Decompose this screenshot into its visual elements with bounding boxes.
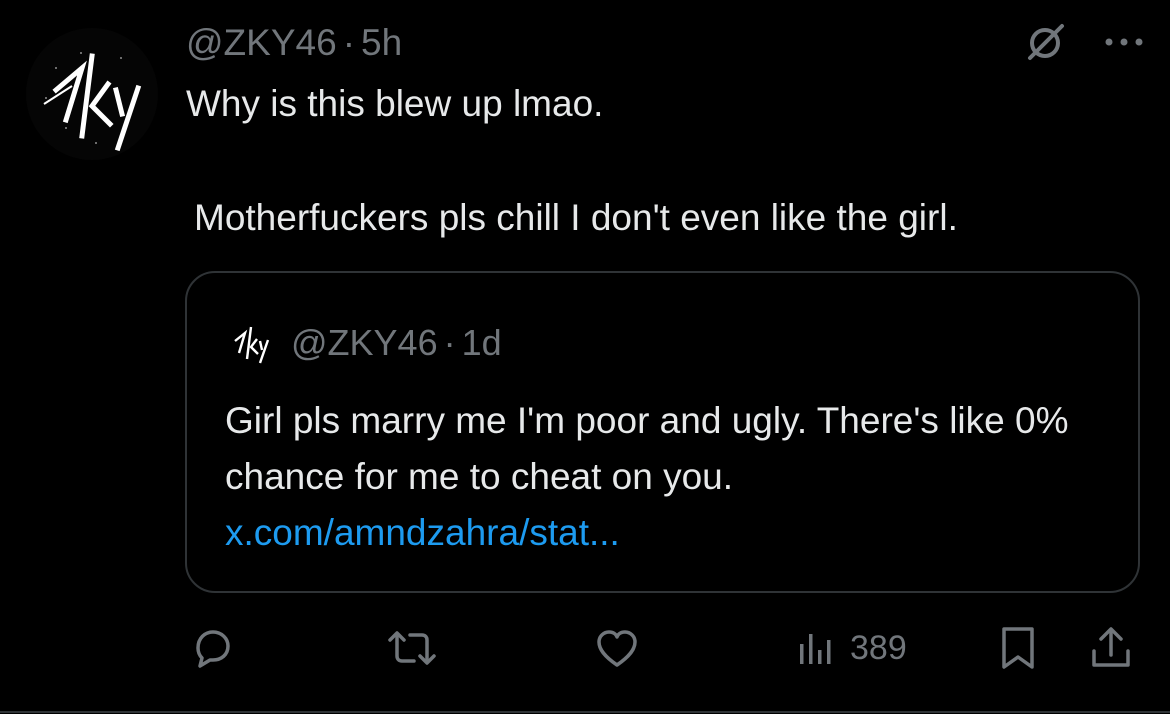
tweet-header: @ZKY46 · 5h bbox=[186, 20, 402, 66]
quote-header: @ZKY46 · 1d bbox=[227, 319, 502, 367]
share-icon bbox=[1088, 625, 1134, 671]
zky-logo bbox=[26, 28, 158, 160]
separator-dot: · bbox=[443, 322, 456, 363]
views-icon bbox=[796, 626, 836, 670]
tweet[interactable]: @ZKY46 · 5h Why is this blew up lmao. Mo… bbox=[0, 0, 1170, 714]
share-button[interactable] bbox=[1088, 620, 1134, 676]
divider bbox=[0, 711, 1170, 713]
heart-icon bbox=[594, 627, 640, 669]
reply-icon bbox=[190, 626, 236, 670]
grok-icon[interactable] bbox=[1024, 22, 1068, 62]
tweet-timestamp[interactable]: 5h bbox=[361, 22, 402, 64]
tweet-top-actions bbox=[1024, 22, 1144, 62]
quote-tweet[interactable]: @ZKY46 · 1d Girl pls marry me I'm poor a… bbox=[185, 271, 1140, 593]
quote-link[interactable]: x.com/amndzahra/stat... bbox=[225, 505, 1115, 561]
quote-avatar bbox=[227, 319, 275, 367]
quote-timestamp[interactable]: 1d bbox=[462, 322, 502, 364]
action-bar: 389 bbox=[0, 620, 1170, 676]
retweet-button[interactable] bbox=[386, 620, 438, 676]
more-icon[interactable] bbox=[1104, 36, 1144, 48]
quote-text: Girl pls marry me I'm poor and ugly. The… bbox=[225, 393, 1115, 561]
views-button[interactable]: 389 bbox=[796, 620, 907, 676]
like-button[interactable] bbox=[594, 620, 640, 676]
quote-body: Girl pls marry me I'm poor and ugly. The… bbox=[225, 400, 1069, 497]
avatar[interactable] bbox=[26, 28, 158, 160]
reply-button[interactable] bbox=[190, 620, 236, 676]
tweet-text-line: Why is this blew up lmao. bbox=[186, 83, 604, 124]
bookmark-icon bbox=[998, 625, 1038, 671]
retweet-icon bbox=[386, 626, 438, 670]
tweet-text: Why is this blew up lmao. Motherfuckers … bbox=[186, 80, 1146, 242]
views-count: 389 bbox=[850, 628, 907, 667]
tweet-text-line: Motherfuckers pls chill I don't even lik… bbox=[194, 197, 958, 238]
quote-handle[interactable]: @ZKY46 bbox=[291, 322, 438, 364]
tweet-handle[interactable]: @ZKY46 bbox=[186, 22, 337, 64]
separator-dot: · bbox=[342, 22, 356, 63]
bookmark-button[interactable] bbox=[998, 620, 1038, 676]
